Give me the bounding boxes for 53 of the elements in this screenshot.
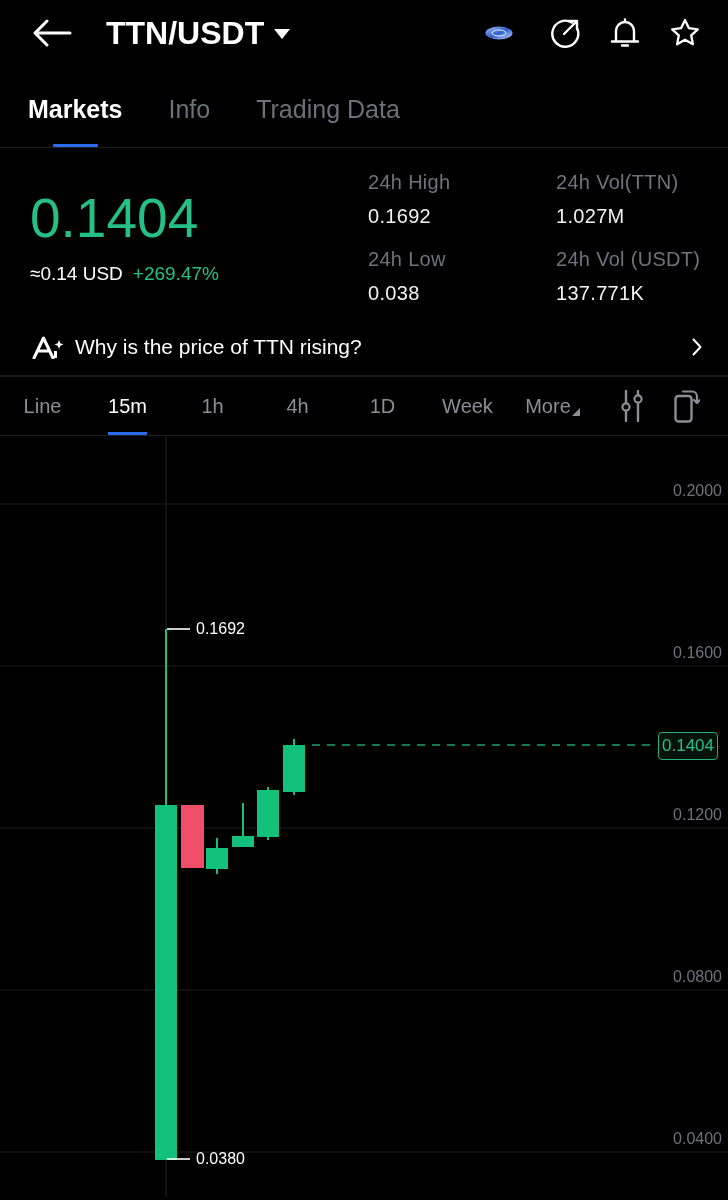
tab[interactable]: Trading Data xyxy=(256,66,400,147)
favorite-button[interactable] xyxy=(670,18,700,48)
stat-value: 0.038 xyxy=(368,281,421,305)
interval-tab[interactable]: 1D xyxy=(369,377,396,435)
candle xyxy=(181,805,204,868)
caret-icon xyxy=(274,29,291,39)
stat-label: 24h Low xyxy=(368,247,447,271)
leader-line xyxy=(166,1158,191,1160)
last-price-tag: 0.1404 xyxy=(658,732,718,760)
insight-link[interactable]: Why is the price of TTN rising? xyxy=(0,319,728,377)
interval-tab[interactable]: Line xyxy=(23,377,62,435)
axis-label: 0.1600 xyxy=(673,643,722,663)
interval-tab[interactable]: Week xyxy=(442,377,493,435)
last-price: 0.1404 xyxy=(30,188,200,248)
axis-label: 0.0800 xyxy=(673,967,722,987)
interval-tab[interactable]: 15m xyxy=(108,377,147,435)
candle xyxy=(232,803,254,847)
coin-icon[interactable] xyxy=(485,26,513,40)
low-price-label: 0.0380 xyxy=(196,1149,245,1169)
candle xyxy=(206,838,228,874)
high-price-label: 0.1692 xyxy=(196,619,245,639)
candle xyxy=(257,787,279,840)
back-arrow-icon xyxy=(32,19,72,47)
star-icon xyxy=(670,18,700,48)
chevron-right-icon xyxy=(692,338,702,356)
stat-value: 0.1692 xyxy=(368,204,432,228)
arrow-out-circle-icon xyxy=(550,18,580,48)
corner-triangle-icon xyxy=(571,408,580,416)
stat-label: 24h Vol (USDT) xyxy=(556,247,701,271)
axis-label: 0.1200 xyxy=(673,805,722,825)
phone-rotate-icon xyxy=(674,389,700,423)
bell-icon xyxy=(610,18,640,48)
more-dropdown[interactable]: More xyxy=(525,377,580,435)
axis-label: 0.2000 xyxy=(673,481,722,501)
share-button[interactable] xyxy=(550,18,580,48)
tab[interactable]: Markets xyxy=(28,66,123,147)
stat-label: 24h Vol(TTN) xyxy=(556,170,680,194)
insight-text: Why is the price of TTN rising? xyxy=(75,335,362,359)
ai-sparkle-icon xyxy=(32,335,66,359)
interval-tab[interactable]: 1h xyxy=(201,377,224,435)
axis-label: 0.0400 xyxy=(673,1129,722,1149)
alert-button[interactable] xyxy=(610,18,640,48)
leader-line xyxy=(166,628,191,630)
sliders-icon xyxy=(621,390,643,422)
price-change: +269.47% xyxy=(132,262,219,286)
candle xyxy=(283,739,305,795)
stat-label: 24h High xyxy=(368,170,452,194)
pair-selector[interactable]: TTN/USDT xyxy=(106,13,291,53)
interval-tab[interactable]: 4h xyxy=(286,377,309,435)
tab[interactable]: Info xyxy=(168,66,211,147)
stat-value: 1.027M xyxy=(556,204,626,228)
stat-value: 137.771K xyxy=(556,281,646,305)
usd-value: ≈0.14 USD xyxy=(30,262,123,286)
